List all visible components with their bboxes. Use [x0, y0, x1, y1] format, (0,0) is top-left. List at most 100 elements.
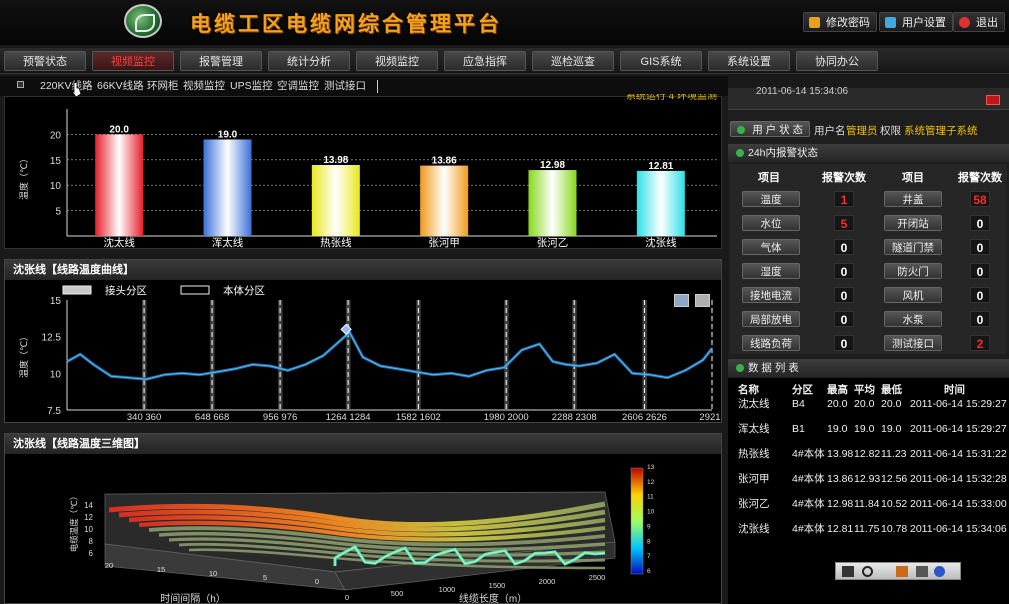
cell-min: 10.78 — [881, 523, 908, 535]
logout-button[interactable]: 退出 — [953, 12, 1005, 32]
nav-tab-patrol[interactable]: 巡检巡查 — [532, 51, 614, 71]
cell-max: 20.0 — [827, 398, 848, 410]
right-sidebar: 2011-06-14 15:34:06 用 户 状 态 用户名 管理员 权限 系… — [728, 86, 1009, 604]
nav-tab-office[interactable]: 协同办公 — [796, 51, 878, 71]
nav-tab-gis[interactable]: GIS系统 — [620, 51, 702, 71]
nav-tab-warning[interactable]: 预警状态 — [4, 51, 86, 71]
z-tick-label: 12 — [84, 513, 93, 522]
data-list-dot-icon — [736, 364, 744, 372]
app-title: 电缆工区电缆网综合管理平台 — [190, 12, 502, 36]
nav-tab-settings[interactable]: 系统设置 — [708, 51, 790, 71]
alarm-item-right[interactable]: 井盖 — [884, 191, 942, 207]
z-tick-label: 14 — [84, 501, 93, 510]
chart-zoom-button[interactable] — [674, 294, 689, 307]
subnav-66kv[interactable]: 66KV线路 — [97, 79, 144, 93]
surface-chart: 6 8 10 12 14 电缆温度（℃） 0 500 1000 1500 2000 2500 线缆长度（… — [69, 464, 655, 604]
alarm-col-count-left: 报警次数 — [822, 172, 866, 184]
subnav-bullet-icon — [17, 81, 24, 88]
y-tick-label: 10 — [50, 181, 62, 192]
user-settings-button[interactable]: 用户设置 — [879, 12, 953, 32]
cell-avg: 11.84 — [854, 498, 880, 510]
data-list-title: 数 据 列 表 — [748, 362, 799, 374]
colorbar-tick-label: 12 — [647, 479, 655, 486]
user-status-bar: 用 户 状 态 用户名 管理员 权限 系统管理子系统 — [728, 120, 1009, 138]
x-tick-label: 2500 — [589, 573, 606, 582]
edit-icon — [809, 17, 820, 28]
x-axis-label: 线缆长度（m） — [459, 592, 527, 604]
cell-time: 2011-06-14 15:29:27 — [910, 398, 1007, 410]
table-row[interactable]: 沈张线 4#本体 12.81 11.75 10.78 2011-06-14 15:34:0… — [728, 517, 1009, 541]
x-tick-label: 1264 1284 — [326, 412, 371, 422]
alarm-count-right: 0 — [970, 239, 990, 255]
close-icon[interactable] — [986, 95, 1000, 105]
nav-tab-video[interactable]: 视频监控 — [356, 51, 438, 71]
y-axis-label: 温度（℃） — [18, 332, 29, 378]
line-chart-panel: 沈张线【线路温度曲线】 接头分区 本体分区 7.5 10 12.5 15 温度（℃） 340 … — [4, 259, 722, 423]
ime-toolbar[interactable] — [835, 562, 961, 580]
alarm-item-left[interactable]: 温度 — [742, 191, 800, 207]
cell-min: 20.0 — [881, 398, 902, 410]
y-tick-label: 5 — [55, 207, 61, 218]
alarm-item-left[interactable]: 接地电流 — [742, 287, 800, 303]
x-tick-label: 2288 2308 — [552, 412, 597, 422]
y-tick-label: 5 — [263, 573, 267, 582]
alarm-count-right: 0 — [970, 311, 990, 327]
y-tick-label: 10 — [209, 569, 217, 578]
table-row[interactable]: 张河乙 4#本体 12.98 11.84 10.52 2011-06-14 15:33:0… — [728, 492, 1009, 516]
z-axis-label: 电缆温度（℃） — [69, 492, 79, 553]
surface-chart-title: 沈张线【线路温度三维图】 — [5, 434, 721, 454]
bar — [95, 134, 144, 236]
alarm-item-right[interactable]: 隧道门禁 — [884, 239, 942, 255]
app-header: 电缆工区电缆网综合管理平台 修改密码 用户设置 退出 — [0, 0, 1009, 45]
text-cursor — [377, 80, 378, 93]
subnav-test[interactable]: 测试接口 — [324, 79, 366, 93]
user-status-tab[interactable]: 用 户 状 态 — [730, 121, 810, 137]
nav-tab-alarm[interactable]: 报警管理 — [180, 51, 262, 71]
alarm-item-right[interactable]: 风机 — [884, 287, 942, 303]
y-tick-label: 20 — [105, 561, 113, 570]
cell-max: 19.0 — [827, 423, 848, 435]
nav-tab-video-active[interactable]: 视频监控 — [92, 51, 174, 71]
alarm-item-left[interactable]: 水位 — [742, 215, 800, 231]
alarm-count-right: 0 — [970, 263, 990, 279]
cell-time: 2011-06-14 15:33:00 — [910, 498, 1007, 510]
bar-value-label: 20.0 — [109, 124, 129, 135]
nav-tab-emergency[interactable]: 应急指挥 — [444, 51, 526, 71]
subnav-video[interactable]: 视频监控 — [183, 79, 225, 93]
cell-zone: 4#本体 — [792, 523, 825, 535]
table-row[interactable]: 热张线 4#本体 13.98 12.82 11.23 2011-06-14 15:31:2… — [728, 442, 1009, 466]
subnav-aircon[interactable]: 空调监控 — [277, 79, 319, 93]
alarm-item-right[interactable]: 防火门 — [884, 263, 942, 279]
alarm-item-right[interactable]: 测试接口 — [884, 335, 942, 351]
alarm-item-right[interactable]: 水泵 — [884, 311, 942, 327]
x-tick-label: 956 976 — [263, 412, 297, 422]
subnav-ups[interactable]: UPS监控 — [230, 79, 273, 93]
alarm-dot-icon — [736, 149, 744, 157]
cell-zone: B4 — [792, 398, 805, 410]
alarm-item-left[interactable]: 气体 — [742, 239, 800, 255]
nav-tab-stats[interactable]: 统计分析 — [268, 51, 350, 71]
bar-value-label: 19.0 — [218, 129, 238, 140]
table-row[interactable]: 沈太线 B4 20.0 20.0 20.0 2011-06-14 15:29:27 — [728, 392, 1009, 416]
subnav-ring-cabinet[interactable]: 环网柜 — [147, 79, 179, 93]
keyboard-icon — [896, 566, 908, 577]
y-tick-label: 15 — [50, 156, 62, 167]
x-tick-label: 648 668 — [195, 412, 229, 422]
alarm-item-left[interactable]: 湿度 — [742, 263, 800, 279]
main-nav: 预警状态 视频监控 报警管理 统计分析 视频监控 应急指挥 巡检巡查 GIS系统… — [0, 48, 1009, 74]
company-logo — [124, 4, 162, 38]
table-row[interactable]: 张河甲 4#本体 13.86 12.93 12.56 2011-06-14 15:32:2… — [728, 467, 1009, 491]
sub-nav: 220KV线路 66KV线路 环网柜 视频监控 UPS监控 空调监控 测试接口 — [0, 76, 728, 98]
alarm-item-left[interactable]: 线路负荷 — [742, 335, 800, 351]
alarm-item-right[interactable]: 开闭站 — [884, 215, 942, 231]
alarm-count-left: 0 — [834, 239, 854, 255]
bar-chart: 5 10 15 20 温度（℃） 20.0 沈太线 19.0 浑太线 13.98 热张线 13.86 张… — [18, 109, 717, 248]
table-row[interactable]: 浑太线 B1 19.0 19.0 19.0 2011-06-14 15:29:27 — [728, 417, 1009, 441]
alarm-item-left[interactable]: 局部放电 — [742, 311, 800, 327]
subnav-220kv[interactable]: 220KV线路 — [40, 79, 93, 93]
chart-export-button[interactable] — [695, 294, 710, 307]
change-password-button[interactable]: 修改密码 — [803, 12, 877, 32]
right-partial-text: 2011-06-14 15:34:06 — [756, 86, 849, 95]
y-axis-label: 温度（℃） — [18, 154, 29, 200]
user-icon — [885, 17, 896, 28]
